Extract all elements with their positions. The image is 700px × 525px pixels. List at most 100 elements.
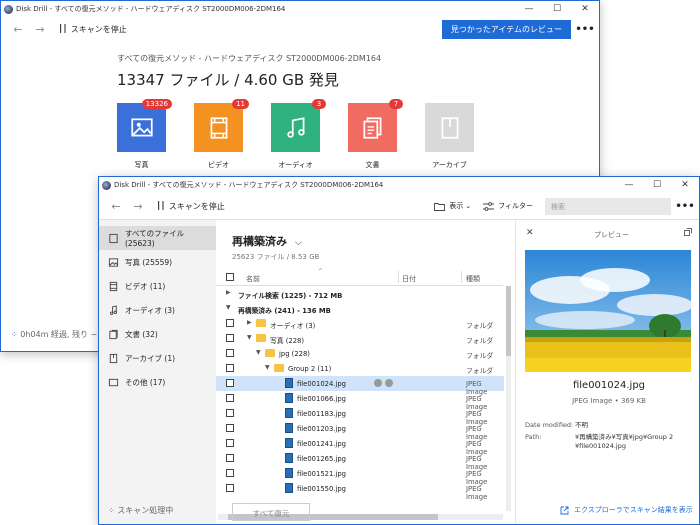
category-tile[interactable] (117, 103, 166, 152)
scroll-thumb[interactable] (506, 286, 511, 356)
back-arrow-icon[interactable]: ← (105, 200, 127, 213)
recover-action-icon[interactable] (385, 379, 393, 387)
file-row[interactable]: file001066.jpg JPEG Image (216, 391, 504, 411)
stop-scan-button[interactable]: スキャンを停止 (71, 24, 127, 35)
recover-all-button[interactable]: すべて復元 (232, 503, 310, 521)
window-title: Disk Drill - すべての復元メソッド - ハードウェアディスク ST2… (16, 5, 286, 13)
stop-scan-button[interactable]: スキャンを停止 (169, 201, 225, 212)
expand-arrow-icon[interactable]: ▶ (226, 289, 231, 296)
sidebar-item-other[interactable]: その他 (17) (99, 370, 216, 394)
app-icon (4, 4, 13, 14)
row-checkbox[interactable] (226, 424, 234, 432)
preview-eye-icon[interactable] (374, 379, 382, 387)
file-row[interactable]: file001265.jpg JPEG Image (216, 451, 504, 471)
file-row[interactable]: file001241.jpg JPEG Image (216, 436, 504, 456)
column-header-type[interactable]: 種類 (466, 274, 480, 284)
toolbar-right: 表示 ⌄ フィルター 検索 ••• (434, 197, 699, 215)
row-checkbox[interactable] (226, 319, 234, 327)
sidebar-item-photos[interactable]: 写真 (25559) (99, 250, 216, 274)
vertical-scrollbar[interactable] (506, 286, 511, 511)
select-all-checkbox[interactable] (226, 273, 234, 281)
row-checkbox[interactable] (226, 349, 234, 357)
preview-file-name: file001024.jpg (572, 380, 646, 391)
folder-row[interactable]: ▼ 写真 (228) フォルダ (216, 331, 504, 346)
show-in-explorer-link[interactable]: エクスプローラでスキャン結果を表示 (560, 505, 693, 515)
row-checkbox[interactable] (226, 364, 234, 372)
file-row[interactable]: file001024.jpg JPEG Image (216, 376, 504, 396)
pause-icon[interactable]: | | (59, 24, 67, 34)
row-checkbox[interactable] (226, 379, 234, 387)
column-header-name[interactable]: 名前 (246, 274, 260, 284)
expand-arrow-icon[interactable]: ▶ (247, 319, 252, 326)
row-checkbox[interactable] (226, 454, 234, 462)
review-found-items-button[interactable]: 見つかったアイテムのレビュー (441, 19, 571, 39)
file-row[interactable]: file001203.jpg JPEG Image (216, 421, 504, 441)
sidebar-item-documents[interactable]: 文書 (32) (99, 322, 216, 346)
row-checkbox[interactable] (226, 334, 234, 342)
forward-arrow-icon[interactable]: → (29, 23, 51, 36)
view-menu[interactable]: 表示 ⌄ (434, 201, 471, 211)
row-checkbox[interactable] (226, 484, 234, 492)
file-tree-list: ▶ ファイル検索 (1225) - 712 MB ▼ 再構築済み (241) - 13… (216, 286, 504, 511)
row-checkbox[interactable] (226, 394, 234, 402)
sidebar-item-all-files[interactable]: すべてのファイル (25623) (99, 226, 216, 250)
group-row[interactable]: ▼ 再構築済み (241) - 136 MB (216, 301, 504, 316)
file-row[interactable]: file001183.jpg JPEG Image (216, 406, 504, 426)
photo-icon (130, 117, 153, 136)
group-row[interactable]: ▶ ファイル検索 (1225) - 712 MB (216, 286, 504, 301)
close-button[interactable]: ✕ (671, 177, 699, 193)
image-file-icon (285, 483, 293, 493)
folder-row[interactable]: ▼ jpg (228) フォルダ (216, 346, 504, 361)
music-icon (110, 304, 117, 315)
file-row[interactable]: file001521.jpg JPEG Image (216, 466, 504, 486)
category-archives[interactable]: アーカイブ (425, 103, 474, 170)
toolbar: ← → | | スキャンを停止 表示 ⌄ フィルター 検索 ••• (99, 193, 699, 220)
scan-progress-status: ⁘ 0h04m 経過, 残り ~ (11, 329, 97, 340)
sidebar-item-audio[interactable]: オーディオ (3) (99, 298, 216, 322)
category-label: 文書 (365, 161, 380, 169)
minimize-button[interactable]: — (515, 1, 543, 17)
minimize-button[interactable]: — (615, 177, 643, 193)
results-view-dropdown[interactable]: 再構築済み ⌵ (232, 233, 302, 249)
pause-icon[interactable]: | | (157, 201, 165, 211)
row-checkbox[interactable] (226, 469, 234, 477)
collapse-arrow-icon[interactable]: ▼ (226, 304, 231, 311)
copy-icon[interactable] (684, 228, 692, 238)
more-options-icon[interactable]: ••• (671, 201, 699, 212)
sidebar-item-videos[interactable]: ビデオ (11) (99, 274, 216, 298)
filter-button[interactable]: フィルター (483, 201, 533, 211)
column-header-date[interactable]: 日付 (402, 274, 416, 284)
row-checkbox[interactable] (226, 439, 234, 447)
photo-icon (108, 257, 119, 267)
music-note-icon (286, 116, 305, 138)
category-documents[interactable]: 7 文書 (348, 99, 403, 170)
back-arrow-icon[interactable]: ← (7, 23, 29, 36)
window-title: Disk Drill - すべての復元メソッド - ハードウェアディスク ST2… (114, 181, 384, 189)
category-audio[interactable]: 3 オーディオ (271, 99, 326, 170)
maximize-button[interactable]: ☐ (543, 1, 571, 17)
document-icon (109, 329, 118, 339)
file-row[interactable]: file001550.jpg JPEG Image (216, 481, 504, 501)
collapse-arrow-icon[interactable]: ▼ (265, 364, 270, 371)
close-preview-icon[interactable]: ✕ (526, 228, 534, 238)
close-button[interactable]: ✕ (571, 1, 599, 17)
category-tile[interactable] (348, 103, 397, 152)
file-name: file001241.jpg (297, 440, 346, 448)
search-input[interactable]: 検索 (545, 197, 671, 215)
category-photos[interactable]: 13326 写真 (117, 99, 172, 170)
row-checkbox[interactable] (226, 409, 234, 417)
more-options-icon[interactable]: ••• (571, 24, 599, 35)
category-tile[interactable] (271, 103, 320, 152)
sidebar-item-archives[interactable]: アーカイブ (1) (99, 346, 216, 370)
collapse-arrow-icon[interactable]: ▼ (247, 334, 252, 341)
date-label: Date modified: (525, 421, 574, 429)
collapse-arrow-icon[interactable]: ▼ (256, 349, 261, 356)
folder-row[interactable]: ▶ オーディオ (3) フォルダ (216, 316, 504, 331)
category-tile[interactable] (425, 103, 474, 152)
folder-row[interactable]: ▼ Group 2 (11) フォルダ (216, 361, 504, 376)
forward-arrow-icon[interactable]: → (127, 200, 149, 213)
category-videos[interactable]: 11 ビデオ (194, 99, 249, 170)
category-tile[interactable] (194, 103, 243, 152)
scan-status-text: スキャン処理中 (117, 506, 174, 515)
maximize-button[interactable]: ☐ (643, 177, 671, 193)
